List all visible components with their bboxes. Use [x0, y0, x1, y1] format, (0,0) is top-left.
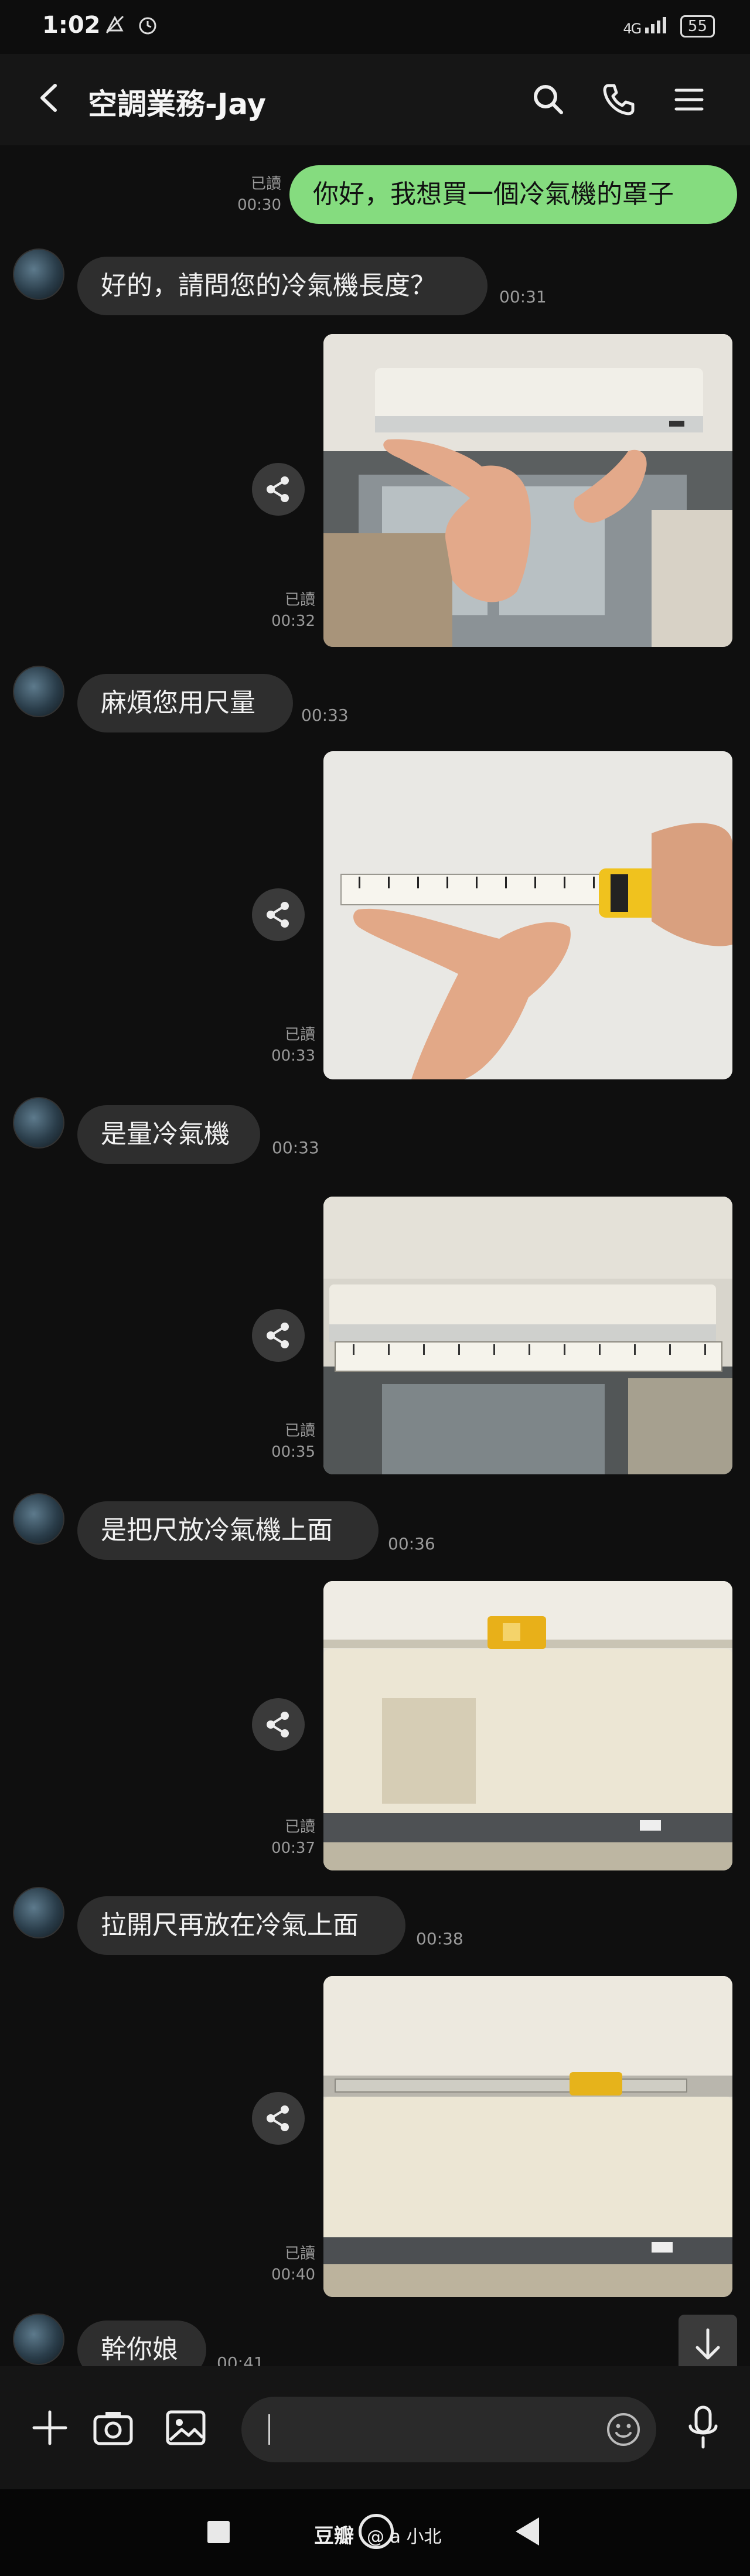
- signal-icon: 4G: [623, 16, 670, 37]
- add-button[interactable]: [26, 2404, 74, 2452]
- avatar[interactable]: [13, 248, 64, 300]
- read-label: 已讀: [284, 1026, 315, 1044]
- message-time: 00:40: [271, 2266, 315, 2284]
- message-time: 00:30: [237, 196, 281, 214]
- message-bubble-outgoing[interactable]: 你好，我想買一個冷氣機的罩子: [289, 165, 737, 224]
- emoji-icon: [607, 2413, 640, 2446]
- share-icon: [267, 2105, 289, 2131]
- notification-icon: [103, 13, 127, 42]
- avatar[interactable]: [13, 1887, 64, 1938]
- share-button[interactable]: [252, 463, 305, 516]
- arrow-down-icon: [696, 2328, 720, 2360]
- back-button[interactable]: [29, 77, 70, 118]
- search-icon: [534, 85, 563, 114]
- message-time: 00:35: [271, 1443, 315, 1461]
- avatar[interactable]: [13, 2313, 64, 2365]
- read-label: 已讀: [284, 591, 315, 609]
- status-right: 4G 55: [623, 15, 715, 38]
- photo-extended-tape-on-ac[interactable]: [323, 1976, 732, 2297]
- read-label: 已讀: [284, 1422, 315, 1440]
- message-time: 00:37: [271, 1839, 315, 1857]
- share-icon: [267, 902, 289, 928]
- text-cursor: [268, 2414, 270, 2445]
- share-icon: [267, 1712, 289, 1737]
- photo-ac-finger-length[interactable]: [323, 334, 732, 647]
- read-label: 已讀: [284, 1818, 315, 1836]
- photo-tape-measure-on-top[interactable]: [323, 1581, 732, 1870]
- recent-apps-button[interactable]: [207, 2521, 230, 2543]
- message-time: 00:33: [271, 1047, 315, 1065]
- microphone-icon: [688, 2405, 718, 2449]
- read-receipt: 已讀 00:32: [246, 590, 315, 632]
- plus-icon: [32, 2410, 67, 2445]
- read-label: 已讀: [250, 175, 281, 193]
- message-time: 00:33: [301, 706, 349, 725]
- message-bubble-incoming[interactable]: 麻煩您用尺量: [77, 674, 293, 732]
- gallery-button[interactable]: [162, 2404, 210, 2452]
- system-nav-bar: 豆瓣 @ a 小北: [0, 2489, 750, 2576]
- share-icon: [267, 1323, 289, 1348]
- menu-icon: [674, 88, 704, 111]
- chat-title: 空調業務-Jay: [88, 87, 267, 121]
- scroll-to-bottom-button[interactable]: [679, 2315, 737, 2373]
- share-button[interactable]: [252, 1309, 305, 1362]
- read-label: 已讀: [284, 2245, 315, 2262]
- watermark-site: 豆瓣: [314, 2524, 354, 2548]
- share-button[interactable]: [252, 2092, 305, 2145]
- message-bubble-incoming[interactable]: 是量冷氣機: [77, 1105, 260, 1164]
- menu-button[interactable]: [668, 79, 710, 121]
- message-bubble-incoming[interactable]: 是把尺放冷氣機上面: [77, 1501, 379, 1560]
- avatar[interactable]: [13, 1097, 64, 1149]
- message-bubble-incoming[interactable]: 好的，請問您的冷氣機長度？: [77, 257, 488, 315]
- share-button[interactable]: [252, 888, 305, 941]
- call-button[interactable]: [598, 79, 640, 121]
- avatar[interactable]: [13, 666, 64, 717]
- avatar[interactable]: [13, 1493, 64, 1545]
- battery-icon: 55: [680, 15, 715, 38]
- message-list[interactable]: 已讀 00:30 你好，我想買一個冷氣機的罩子 好的，請問您的冷氣機長度？ 00…: [0, 145, 750, 2379]
- message-time: 00:31: [499, 287, 547, 306]
- alarm-icon: [136, 13, 159, 42]
- message-time: 00:32: [271, 612, 315, 630]
- status-bar: 1:02 4G 55: [0, 0, 750, 54]
- message-input[interactable]: [241, 2397, 656, 2462]
- message-time: 00:38: [416, 1929, 463, 1948]
- message-bubble-incoming[interactable]: 拉開尺再放在冷氣上面: [77, 1896, 405, 1955]
- network-label: 4G: [623, 21, 642, 37]
- read-receipt: 已讀 00:35: [246, 1420, 315, 1463]
- emoji-button[interactable]: [604, 2410, 643, 2449]
- voice-button[interactable]: [680, 2401, 727, 2454]
- message-time: 00:36: [388, 1534, 435, 1553]
- share-icon: [267, 476, 289, 502]
- chat-header: 空調業務-Jay: [0, 54, 750, 145]
- photo-tape-on-ac[interactable]: [323, 1197, 732, 1474]
- status-time: 1:02: [42, 12, 101, 39]
- read-receipt: 已讀 00:30: [227, 173, 281, 216]
- message-time: 00:33: [272, 1138, 319, 1157]
- chevron-left-icon: [40, 84, 57, 112]
- phone-icon: [603, 84, 635, 115]
- system-back-button[interactable]: [516, 2517, 539, 2546]
- camera-icon: [93, 2412, 133, 2445]
- camera-button[interactable]: [89, 2404, 137, 2452]
- read-receipt: 已讀 00:37: [246, 1817, 315, 1859]
- message-input-bar: [0, 2366, 750, 2489]
- photo-measuring-tape-wall[interactable]: [323, 751, 732, 1079]
- read-receipt: 已讀 00:40: [246, 2243, 315, 2285]
- share-button[interactable]: [252, 1698, 305, 1751]
- image-icon: [166, 2410, 206, 2445]
- watermark-user: @ a 小北: [367, 2527, 442, 2547]
- read-receipt: 已讀 00:33: [246, 1024, 315, 1066]
- search-button[interactable]: [527, 79, 570, 121]
